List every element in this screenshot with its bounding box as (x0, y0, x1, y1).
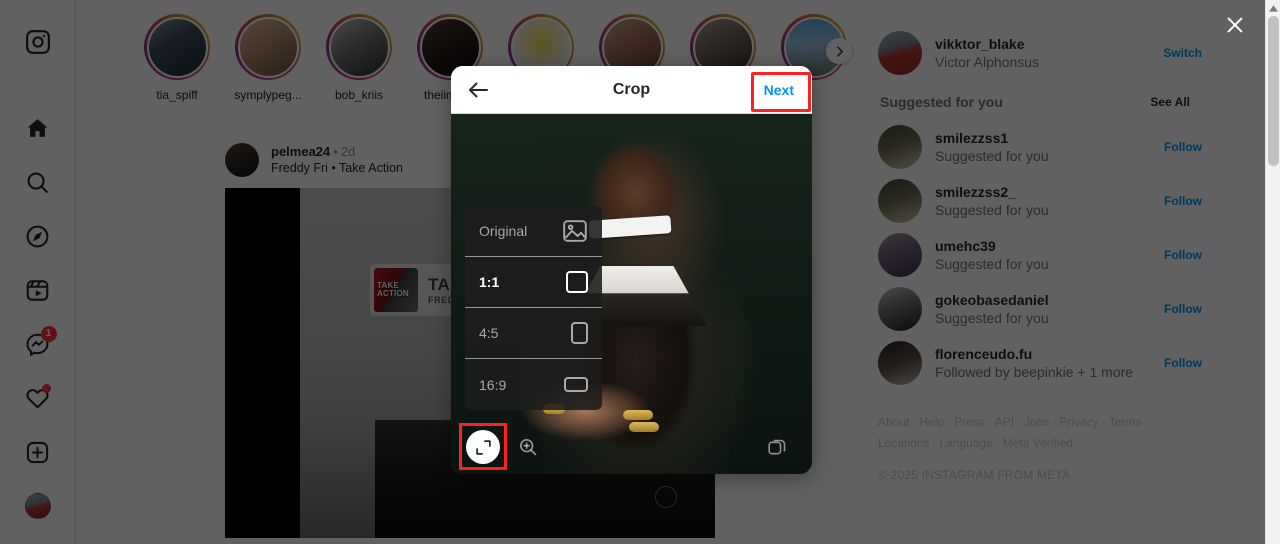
page-scrollbar[interactable] (1265, 0, 1280, 544)
close-button[interactable] (1220, 10, 1250, 40)
crop-modal-title: Crop (612, 80, 651, 98)
instagram-create-post-screen: 1 (0, 0, 1280, 544)
next-button[interactable]: Next (750, 74, 808, 106)
ratio-label: 1:1 (479, 274, 500, 290)
crop-preview-area[interactable]: Original 1:1 4:5 16:9 (451, 114, 812, 474)
ratio-label: 16:9 (479, 376, 507, 393)
zoom-button[interactable] (515, 434, 541, 460)
expand-crop-button[interactable] (466, 430, 500, 464)
ratio-option-4-5[interactable]: 4:5 (465, 308, 602, 359)
portrait-icon (571, 322, 588, 344)
ratio-option-1-1[interactable]: 1:1 (465, 257, 602, 308)
square-icon (566, 271, 588, 293)
scrollbar-thumb[interactable] (1268, 16, 1279, 166)
back-button[interactable] (465, 77, 491, 103)
ratio-label: 4:5 (479, 325, 499, 341)
ratio-option-original[interactable]: Original (465, 206, 602, 257)
ratio-option-16-9[interactable]: 16:9 (465, 359, 602, 410)
arrow-left-icon (469, 82, 488, 97)
close-icon (1227, 17, 1243, 33)
crop-toolbar (451, 418, 812, 474)
aspect-ratio-menu: Original 1:1 4:5 16:9 (465, 206, 602, 410)
scrollbar-up-arrow[interactable] (1266, 0, 1280, 16)
select-multiple-icon (768, 439, 786, 455)
ratio-label: Original (479, 223, 528, 239)
landscape-icon (564, 377, 588, 392)
zoom-in-icon (519, 438, 537, 456)
image-icon (563, 220, 587, 242)
expand-crop-icon (475, 439, 491, 455)
select-multiple-button[interactable] (764, 434, 790, 460)
crop-modal: Crop Next Original 1:1 4:5 16:9 (451, 66, 812, 474)
crop-modal-header: Crop Next (451, 66, 812, 114)
